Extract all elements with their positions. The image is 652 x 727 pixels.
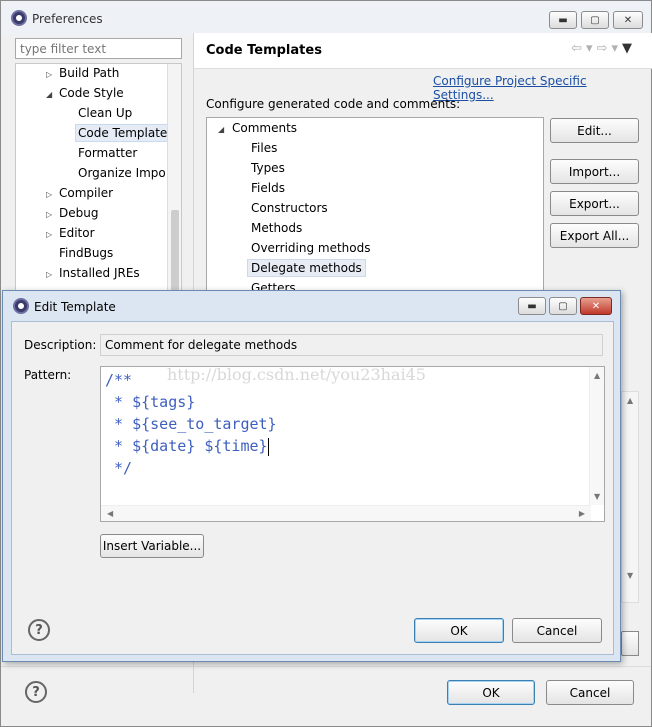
close-button[interactable]: ✕	[580, 297, 612, 315]
tree-item-comments[interactable]: Comments	[232, 121, 297, 135]
expand-icon[interactable]: ▷	[46, 230, 52, 239]
back-menu-icon[interactable]: ▾	[586, 41, 597, 56]
configure-project-link[interactable]: Configure Project Specific Settings...	[433, 74, 651, 102]
view-menu-icon[interactable]: ▼	[622, 41, 636, 56]
tree-item-editor[interactable]: Editor	[59, 226, 95, 240]
scroll-left-icon[interactable]: ◀	[107, 509, 113, 518]
tree-item-types[interactable]: Types	[251, 161, 285, 175]
tree-item-methods[interactable]: Methods	[251, 221, 302, 235]
tree-item-fields[interactable]: Fields	[251, 181, 285, 195]
description-label: Description:	[24, 338, 97, 352]
code-line: */	[105, 459, 133, 477]
scroll-right-icon[interactable]: ▶	[579, 509, 585, 518]
minimize-button[interactable]: ▬	[549, 11, 577, 29]
tree-item-organize-imports[interactable]: Organize Impo	[78, 166, 166, 180]
navigation-icons: ⇦▾⇨▾▼	[571, 41, 636, 56]
code-line: * ${see_to_target}	[105, 415, 277, 433]
ok-button[interactable]: OK	[447, 680, 535, 705]
preference-tree: ▷ Build Path ◢ Code Style Clean Up Code …	[15, 63, 182, 293]
import-button[interactable]: Import...	[550, 159, 639, 184]
expand-icon[interactable]: ▷	[46, 210, 52, 219]
dialog-title: Edit Template	[34, 300, 116, 314]
scroll-down-icon[interactable]: ▼	[594, 492, 600, 501]
close-button[interactable]: ✕	[613, 11, 643, 29]
insert-variable-button[interactable]: Insert Variable...	[100, 534, 204, 558]
tree-item-compiler[interactable]: Compiler	[59, 186, 113, 200]
back-arrow-icon[interactable]: ⇦	[571, 41, 586, 56]
forward-arrow-icon[interactable]: ⇨	[597, 41, 612, 56]
preferences-titlebar[interactable]: Preferences ▬ ▢ ✕	[1, 1, 651, 35]
pattern-editor[interactable]: http://blog.csdn.net/you23hai45 /** * ${…	[100, 366, 605, 522]
hidden-button-edge[interactable]	[621, 631, 639, 656]
tree-item-formatter[interactable]: Formatter	[78, 146, 137, 160]
separator	[1, 666, 651, 667]
tree-item-clean-up[interactable]: Clean Up	[78, 106, 132, 120]
expand-icon[interactable]: ▷	[46, 190, 52, 199]
ok-button[interactable]: OK	[414, 618, 504, 643]
maximize-button[interactable]: ▢	[581, 11, 609, 29]
templates-tree: ◢ Comments Files Types Fields Constructo…	[206, 117, 544, 291]
tree-item-code-templates[interactable]: Code Template	[75, 124, 171, 142]
help-icon[interactable]: ?	[25, 681, 47, 703]
code-line: * ${date} ${time}	[105, 437, 268, 455]
eclipse-icon	[13, 298, 29, 314]
export-button[interactable]: Export...	[550, 191, 639, 216]
page-title: Code Templates	[206, 43, 322, 58]
edit-button[interactable]: Edit...	[550, 118, 639, 143]
configure-label: Configure generated code and comments:	[206, 97, 461, 111]
minimize-button[interactable]: ▬	[518, 297, 546, 315]
code-line-with-caret: * ${date} ${time}	[105, 435, 277, 457]
filter-input[interactable]	[15, 38, 182, 59]
tree-item-delegate-methods[interactable]: Delegate methods	[247, 259, 366, 277]
cancel-button[interactable]: Cancel	[512, 618, 602, 643]
tree-item-findbugs[interactable]: FindBugs	[59, 246, 113, 260]
description-field[interactable]: Comment for delegate methods	[100, 334, 603, 356]
scroll-up-icon[interactable]: ▲	[594, 371, 600, 380]
edit-template-dialog: Edit Template ▬ ▢ ✕ Description: Comment…	[2, 290, 621, 662]
code-line: * ${tags}	[105, 393, 196, 411]
tree-item-code-style[interactable]: Code Style	[59, 86, 124, 100]
window-title: Preferences	[32, 12, 103, 26]
export-all-button[interactable]: Export All...	[550, 223, 639, 248]
cancel-button[interactable]: Cancel	[546, 680, 634, 705]
maximize-button[interactable]: ▢	[549, 297, 577, 315]
dialog-body: Description: Comment for delegate method…	[11, 321, 614, 655]
pattern-label: Pattern:	[24, 368, 72, 382]
eclipse-icon	[11, 10, 27, 26]
help-icon[interactable]: ?	[28, 619, 50, 641]
tree-item-debug[interactable]: Debug	[59, 206, 98, 220]
page-header: Code Templates ⇦▾⇨▾▼	[194, 33, 652, 69]
scroll-thumb[interactable]	[171, 210, 179, 292]
collapse-icon[interactable]: ◢	[218, 125, 224, 134]
tree-item-constructors[interactable]: Constructors	[251, 201, 328, 215]
dialog-titlebar[interactable]: Edit Template ▬ ▢ ✕	[3, 291, 620, 321]
tree-item-files[interactable]: Files	[251, 141, 277, 155]
scroll-down-icon[interactable]: ▼	[627, 571, 633, 580]
pattern-preview-scrollbar[interactable]: ▲ ▼	[621, 391, 639, 603]
code-line: /**	[105, 371, 133, 389]
forward-menu-icon[interactable]: ▾	[611, 41, 622, 56]
expand-icon[interactable]: ▷	[46, 70, 52, 79]
tree-item-installed-jres[interactable]: Installed JREs	[59, 266, 140, 280]
pattern-code[interactable]: /** * ${tags} * ${see_to_target} * ${dat…	[105, 369, 277, 479]
scroll-up-icon[interactable]: ▲	[627, 396, 633, 405]
pattern-horizontal-scrollbar[interactable]: ◀ ▶	[101, 505, 591, 521]
tree-item-build-path[interactable]: Build Path	[59, 66, 119, 80]
collapse-icon[interactable]: ◢	[46, 90, 52, 99]
expand-icon[interactable]: ▷	[46, 270, 52, 279]
text-caret	[267, 437, 269, 456]
tree-item-overriding-methods[interactable]: Overriding methods	[251, 241, 371, 255]
tree-scrollbar[interactable]	[167, 64, 181, 292]
pattern-vertical-scrollbar[interactable]: ▲ ▼	[589, 367, 604, 505]
